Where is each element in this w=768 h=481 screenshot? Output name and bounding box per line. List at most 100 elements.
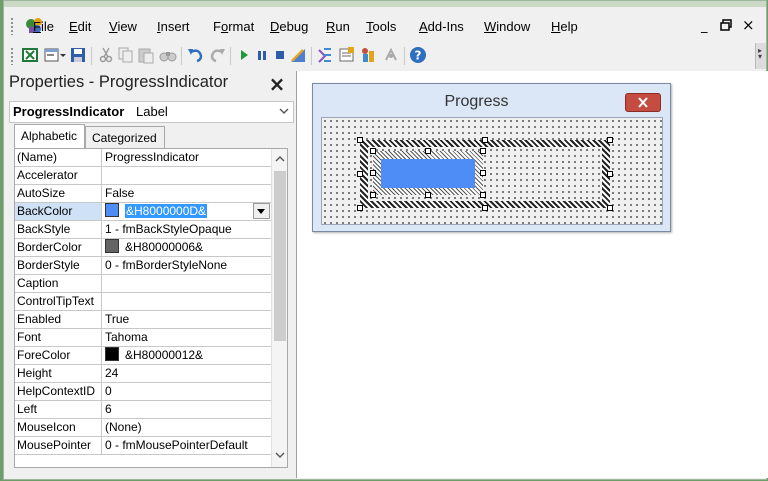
property-value[interactable]: 24	[103, 365, 271, 382]
property-name[interactable]: Left	[15, 401, 102, 418]
progress-frame[interactable]	[357, 137, 613, 211]
property-row-autosize[interactable]: AutoSize False	[15, 185, 271, 203]
minimize-icon[interactable]: _	[701, 19, 708, 34]
frame-resize-handle[interactable]	[357, 137, 363, 143]
object-browser-icon[interactable]	[360, 46, 378, 64]
menu-edit[interactable]: EditEdit	[69, 19, 91, 34]
property-row-left[interactable]: Left 6	[15, 401, 271, 419]
redo-icon[interactable]	[208, 46, 226, 64]
frame-resize-handle[interactable]	[607, 137, 613, 143]
property-name[interactable]: MousePointer	[15, 437, 102, 454]
properties-title-bar[interactable]: Properties - ProgressIndicator ×	[7, 71, 296, 97]
property-row-borderstyle[interactable]: BorderStyle 0 - fmBorderStyleNone	[15, 257, 271, 275]
undo-icon[interactable]	[187, 46, 205, 64]
resize-handle[interactable]	[370, 192, 376, 198]
break-icon[interactable]	[253, 46, 271, 64]
property-row-forecolor[interactable]: ForeColor &H80000012&	[15, 347, 271, 365]
menu-format[interactable]: FormatFormat	[213, 19, 254, 34]
frame-resize-handle[interactable]	[607, 171, 613, 177]
menu-tools[interactable]: ToolsTools	[366, 19, 396, 34]
tab-categorized[interactable]: Categorized	[85, 126, 165, 148]
property-name[interactable]: Accelerator	[15, 167, 102, 184]
userform-client-area[interactable]	[321, 117, 663, 225]
property-name[interactable]: BackColor	[15, 203, 102, 220]
property-name[interactable]: Font	[15, 329, 102, 346]
resize-handle[interactable]	[480, 170, 486, 176]
userform-close-button[interactable]	[625, 93, 661, 112]
menu-file[interactable]: FileFile	[33, 19, 54, 34]
menu-insert[interactable]: InsertInsert	[157, 19, 190, 34]
property-grid-scrollbar[interactable]	[271, 149, 287, 467]
menu-debug[interactable]: DebugDebug	[270, 19, 308, 34]
property-value[interactable]	[103, 293, 271, 310]
close-icon[interactable]: ×	[742, 16, 755, 34]
property-row-bordercolor[interactable]: BorderColor &H80000006&	[15, 239, 271, 257]
scroll-down-icon[interactable]	[275, 451, 285, 459]
value-dropdown-button[interactable]	[253, 203, 270, 219]
property-row-helpcontextid[interactable]: HelpContextID 0	[15, 383, 271, 401]
property-value[interactable]: 6	[103, 401, 271, 418]
property-value[interactable]	[103, 167, 271, 184]
properties-window-icon[interactable]	[338, 46, 356, 64]
property-row-backstyle[interactable]: BackStyle 1 - fmBackStyleOpaque	[15, 221, 271, 239]
object-selector[interactable]: ProgressIndicator Label	[9, 101, 294, 123]
frame-resize-handle[interactable]	[482, 205, 488, 211]
property-value[interactable]: True	[103, 311, 271, 328]
property-row-name[interactable]: (Name) ProgressIndicator	[15, 149, 271, 167]
property-value[interactable]: (None)	[103, 419, 271, 436]
property-row-mouseicon[interactable]: MouseIcon (None)	[15, 419, 271, 437]
frame-resize-handle[interactable]	[607, 205, 613, 211]
restore-icon[interactable]	[720, 19, 732, 35]
property-value[interactable]: 0 - fmBorderStyleNone	[103, 257, 271, 274]
menu-view[interactable]: ViewView	[109, 19, 137, 34]
scroll-up-icon[interactable]	[275, 155, 285, 163]
property-name[interactable]: AutoSize	[15, 185, 102, 202]
toolbar-overflow-icon[interactable]: ▸ ▾	[755, 43, 766, 69]
menu-window[interactable]: WindowWindow	[484, 19, 530, 34]
tab-alphabetic[interactable]: Alphabetic	[14, 124, 85, 148]
resize-handle[interactable]	[480, 192, 486, 198]
frame-resize-handle[interactable]	[482, 137, 488, 143]
property-row-accelerator[interactable]: Accelerator	[15, 167, 271, 185]
resize-handle[interactable]	[425, 192, 431, 198]
design-mode-icon[interactable]	[289, 46, 307, 64]
frame-resize-handle[interactable]	[357, 171, 363, 177]
save-icon[interactable]	[69, 46, 87, 64]
help-icon[interactable]: ?	[409, 46, 427, 64]
progress-indicator-label[interactable]	[370, 148, 486, 198]
resize-handle[interactable]	[480, 148, 486, 154]
userform-progress[interactable]: Progress	[312, 83, 671, 232]
property-value[interactable]: ProgressIndicator	[103, 149, 271, 166]
property-name[interactable]: MouseIcon	[15, 419, 102, 436]
property-name[interactable]: ControlTipText	[15, 293, 102, 310]
copy-icon[interactable]	[117, 46, 135, 64]
property-value[interactable]: &H8000000D&	[103, 203, 271, 220]
toolbar-grip[interactable]	[10, 47, 14, 65]
property-value[interactable]: 0 - fmMousePointerDefault	[103, 437, 271, 454]
resize-handle[interactable]	[370, 148, 376, 154]
property-row-enabled[interactable]: Enabled True	[15, 311, 271, 329]
resize-handle[interactable]	[370, 170, 376, 176]
property-value[interactable]: 1 - fmBackStyleOpaque	[103, 221, 271, 238]
menubar-grip[interactable]	[10, 17, 14, 35]
reset-icon[interactable]	[271, 46, 289, 64]
property-row-caption[interactable]: Caption	[15, 275, 271, 293]
project-explorer-icon[interactable]	[316, 46, 334, 64]
menu-help[interactable]: HelpHelp	[551, 19, 578, 34]
property-name[interactable]: Caption	[15, 275, 102, 292]
toolbox-icon[interactable]	[382, 46, 400, 64]
property-value[interactable]: 0	[103, 383, 271, 400]
property-name[interactable]: (Name)	[15, 149, 102, 166]
property-name[interactable]: Height	[15, 365, 102, 382]
property-name[interactable]: HelpContextID	[15, 383, 102, 400]
chevron-down-icon[interactable]	[59, 46, 67, 64]
property-name[interactable]: Enabled	[15, 311, 102, 328]
property-row-height[interactable]: Height 24	[15, 365, 271, 383]
property-value[interactable]: Tahoma	[103, 329, 271, 346]
cut-icon[interactable]	[97, 46, 115, 64]
property-value[interactable]: False	[103, 185, 271, 202]
resize-handle[interactable]	[425, 148, 431, 154]
property-value[interactable]: &H80000012&	[103, 347, 271, 364]
property-value[interactable]	[103, 275, 271, 292]
property-name[interactable]: BorderStyle	[15, 257, 102, 274]
